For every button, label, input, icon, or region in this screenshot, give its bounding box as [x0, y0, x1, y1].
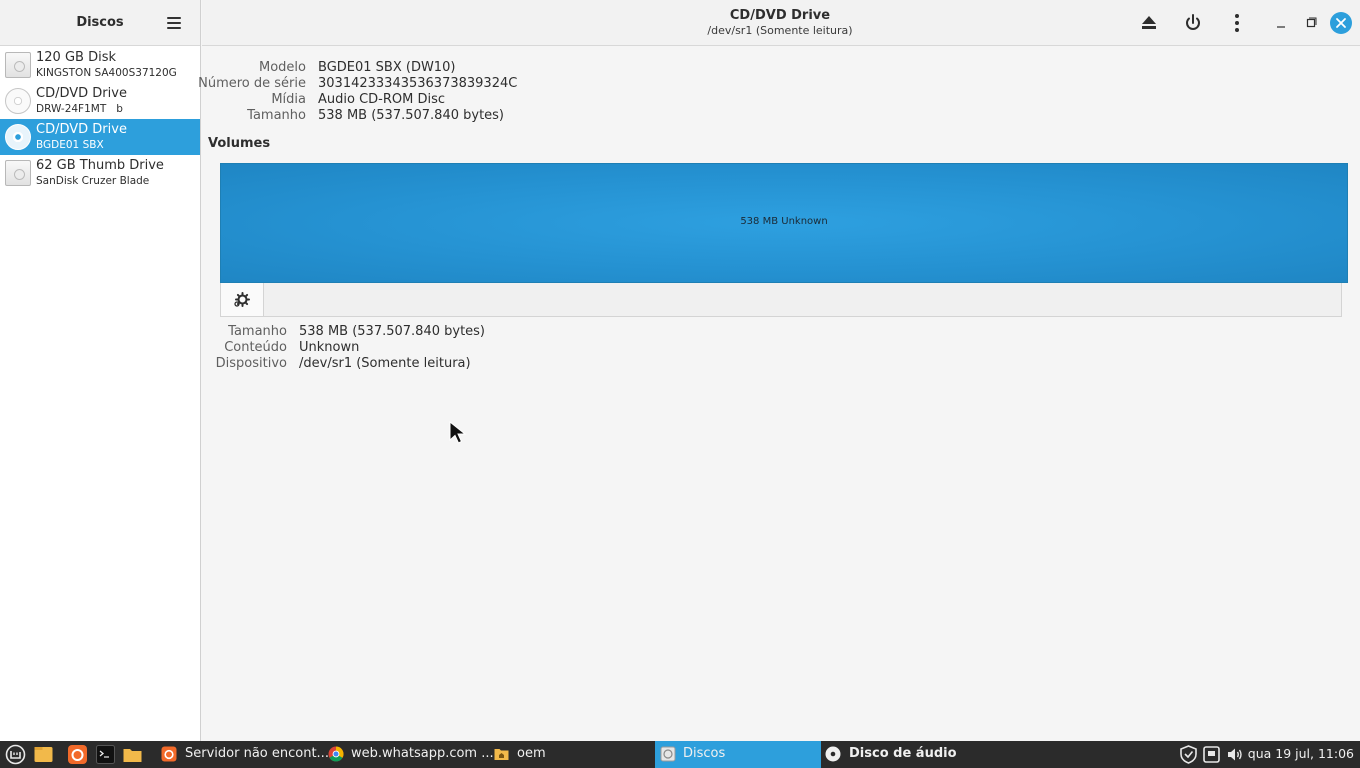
disk-name: 62 GB Thumb Drive — [36, 158, 164, 173]
header-bar: CD/DVD Drive /dev/sr1 (Somente leitura) — [202, 0, 1360, 46]
sidebar-header: Discos — [0, 0, 200, 46]
optical-drive-icon — [5, 88, 31, 114]
disk-name: 120 GB Disk — [36, 50, 116, 65]
volume-size-value: 538 MB (537.507.840 bytes) — [299, 324, 486, 339]
optical-drive-icon — [5, 124, 31, 150]
audio-disc-icon — [825, 746, 841, 762]
close-icon[interactable] — [1330, 12, 1352, 34]
volume-partition-bar[interactable]: 538 MB Unknown — [220, 163, 1348, 283]
taskbar-task-disco-de-audio[interactable]: Disco de áudio — [822, 741, 992, 768]
task-label: web.whatsapp.com ... — [351, 746, 494, 761]
taskbar-task-oem-folder[interactable]: oem — [488, 741, 655, 768]
terminal-launcher-icon[interactable] — [95, 744, 116, 765]
drive-details-panel: Modelo BGDE01 SBX (DW10) Número de série… — [198, 47, 1360, 741]
disks-app-icon — [660, 746, 676, 762]
home-folder-icon — [494, 749, 509, 760]
task-label: Discos — [683, 746, 726, 761]
disk-model: SanDisk Cruzer Blade — [36, 175, 150, 187]
firefox-icon — [161, 746, 177, 762]
folder-launcher-icon[interactable] — [122, 744, 143, 765]
maximize-icon[interactable] — [1299, 11, 1323, 35]
disk-sidebar: Discos 120 GB Disk KINGSTON SA400S37120G… — [0, 0, 201, 741]
serial-value: 30314233343536373839324C — [318, 76, 518, 91]
hdd-icon — [5, 52, 31, 78]
firefox-launcher-icon[interactable] — [67, 744, 88, 765]
disk-name: CD/DVD Drive — [36, 122, 127, 137]
disk-model: KINGSTON SA400S37120G — [36, 67, 177, 79]
shield-icon[interactable] — [1178, 744, 1199, 765]
usb-drive-icon — [5, 160, 31, 186]
more-options-icon[interactable] — [1225, 11, 1249, 35]
volume-device-label: Dispositivo — [215, 356, 287, 371]
disk-model: DRW-24F1MT b — [36, 103, 123, 115]
volumes-heading: Volumes — [208, 136, 271, 151]
taskbar-task-discos[interactable]: Discos — [655, 741, 821, 768]
volume-size-label: Tamanho — [228, 324, 287, 339]
volume-device-value: /dev/sr1 (Somente leitura) — [299, 356, 471, 371]
media-value: Audio CD-ROM Disc — [318, 92, 446, 107]
files-launcher-icon[interactable] — [33, 744, 54, 765]
network-icon[interactable] — [1201, 744, 1222, 765]
sidebar-item-120gb-disk[interactable]: 120 GB Disk KINGSTON SA400S37120G — [0, 47, 200, 83]
minimize-icon[interactable] — [1269, 11, 1293, 35]
sidebar-item-cd-dvd-drive-1[interactable]: CD/DVD Drive DRW-24F1MT b — [0, 83, 200, 119]
mint-menu-icon[interactable] — [5, 744, 26, 765]
media-label: Mídia — [271, 92, 306, 107]
taskbar-task-chrome[interactable]: web.whatsapp.com ... — [322, 741, 494, 768]
model-label: Modelo — [259, 60, 306, 75]
sidebar-item-62gb-thumb-drive[interactable]: 62 GB Thumb Drive SanDisk Cruzer Blade — [0, 155, 200, 191]
clock[interactable]: qua 19 jul, 11:06 — [1248, 746, 1354, 761]
size-label: Tamanho — [247, 108, 306, 123]
hamburger-menu-icon[interactable] — [162, 11, 186, 35]
task-label: Servidor não encont... — [185, 746, 329, 761]
taskbar-task-firefox[interactable]: Servidor não encont... — [155, 741, 329, 768]
volume-content-label: Conteúdo — [224, 340, 287, 355]
serial-label: Número de série — [198, 76, 306, 91]
disk-model: BGDE01 SBX — [36, 139, 104, 151]
eject-icon[interactable] — [1137, 11, 1161, 35]
chrome-icon — [328, 746, 344, 762]
power-icon[interactable] — [1181, 11, 1205, 35]
disk-name: CD/DVD Drive — [36, 86, 127, 101]
gear-icon[interactable] — [221, 283, 264, 316]
size-value: 538 MB (537.507.840 bytes) — [318, 108, 505, 123]
volume-toolbar — [220, 283, 1342, 317]
task-label: Disco de áudio — [849, 746, 957, 761]
volume-icon[interactable] — [1225, 744, 1246, 765]
volume-content-value: Unknown — [299, 340, 360, 355]
taskbar: Servidor não encont... web.whatsapp.com … — [0, 741, 1360, 768]
mouse-cursor-icon — [449, 421, 467, 444]
sidebar-item-cd-dvd-drive-2[interactable]: CD/DVD Drive BGDE01 SBX — [0, 119, 200, 155]
volume-bar-label: 538 MB Unknown — [740, 216, 828, 227]
task-label: oem — [517, 746, 546, 761]
model-value: BGDE01 SBX (DW10) — [318, 60, 456, 75]
